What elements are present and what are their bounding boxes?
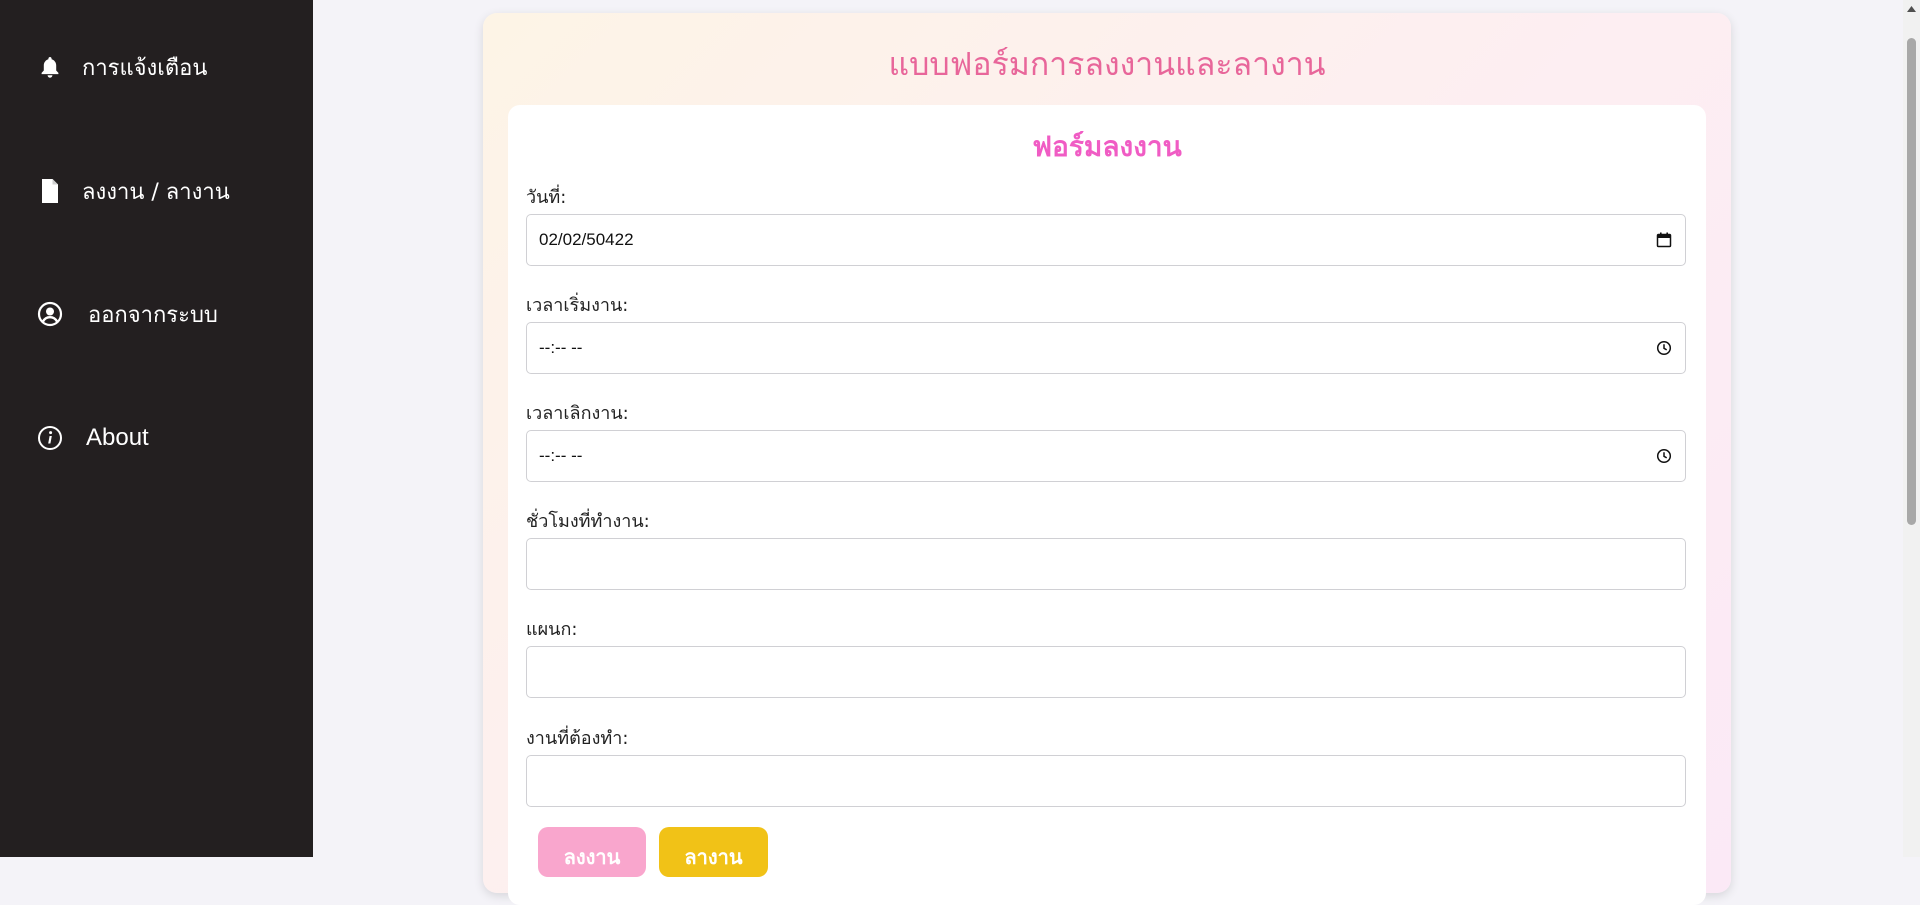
scrollbar-thumb[interactable] xyxy=(1907,38,1916,525)
scroll-up-arrow-icon[interactable] xyxy=(1903,0,1920,17)
work-form: ฟอร์มลงงาน วันที่: 02/02/50422 เวลาเริ่ม… xyxy=(508,105,1706,905)
end-time-label: เวลาเลิกงาน: xyxy=(526,403,629,424)
page-title: แบบฟอร์มการลงงานและลางาน xyxy=(888,45,1326,83)
sidebar-item-label: การแจ้งเตือน xyxy=(82,55,208,81)
work-hours-input[interactable] xyxy=(526,538,1686,590)
request-leave-button[interactable]: ลางาน xyxy=(659,827,768,877)
sidebar-item-label: About xyxy=(86,424,149,451)
department-label: แผนก: xyxy=(526,619,578,640)
date-value: 02/02/50422 xyxy=(539,230,634,249)
sidebar-item-label: ลงงาน / ลางาน xyxy=(82,179,230,205)
info-icon xyxy=(36,424,64,452)
sidebar-item-work-leave[interactable]: ลงงาน / ลางาน xyxy=(36,171,230,211)
calendar-icon[interactable] xyxy=(1655,231,1673,249)
start-time-value: --:-- -- xyxy=(539,338,583,357)
submit-work-button[interactable]: ลงงาน xyxy=(538,827,646,877)
start-time-label: เวลาเริ่มงาน: xyxy=(526,295,629,316)
department-input[interactable] xyxy=(526,646,1686,698)
end-time-input[interactable]: --:-- -- xyxy=(526,430,1686,482)
sidebar: การแจ้งเตือน ลงงาน / ลางาน ออกจากระบบ Ab… xyxy=(0,0,313,857)
form-title: ฟอร์มลงงาน xyxy=(1032,130,1182,163)
sidebar-item-notifications[interactable]: การแจ้งเตือน xyxy=(36,47,207,87)
date-label: วันที่: xyxy=(526,187,567,208)
end-time-value: --:-- -- xyxy=(539,446,583,465)
clock-icon[interactable] xyxy=(1655,447,1673,465)
tasks-label: งานที่ต้องทำ: xyxy=(526,728,629,749)
sidebar-item-about[interactable]: About xyxy=(36,418,149,458)
sidebar-item-logout[interactable]: ออกจากระบบ xyxy=(36,294,218,334)
sidebar-item-label: ออกจากระบบ xyxy=(88,302,218,328)
tasks-input[interactable] xyxy=(526,755,1686,807)
document-icon xyxy=(36,177,64,205)
user-circle-icon xyxy=(36,300,64,328)
date-input[interactable]: 02/02/50422 xyxy=(526,214,1686,266)
start-time-input[interactable]: --:-- -- xyxy=(526,322,1686,374)
form-container: แบบฟอร์มการลงงานและลางาน ฟอร์มลงงาน วันท… xyxy=(483,13,1731,905)
clock-icon[interactable] xyxy=(1655,339,1673,357)
vertical-scrollbar[interactable] xyxy=(1903,0,1920,857)
bell-icon xyxy=(36,53,64,81)
work-hours-label: ชั่วโมงที่ทำงาน: xyxy=(526,511,650,532)
